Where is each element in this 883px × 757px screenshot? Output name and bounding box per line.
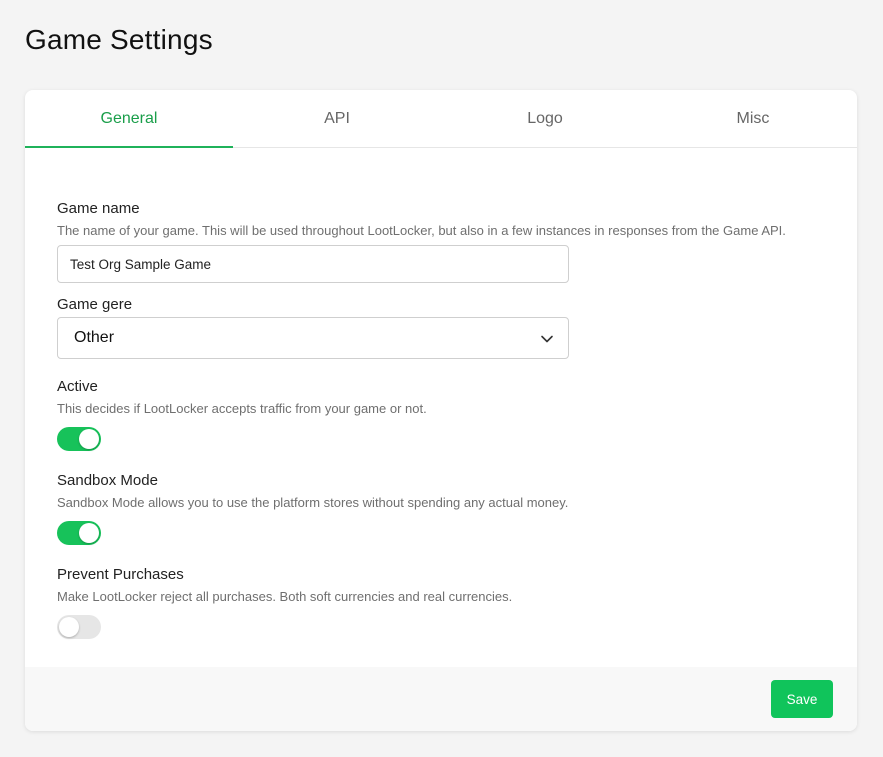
settings-card: General API Logo Misc Game name The name… <box>25 90 857 731</box>
tab-general[interactable]: General <box>25 90 233 148</box>
sandbox-mode-label: Sandbox Mode <box>57 472 158 489</box>
game-genre-selected-value: Other <box>74 329 115 346</box>
game-genre-label: Game gere <box>57 296 133 313</box>
sandbox-mode-help: Sandbox Mode allows you to use the platf… <box>57 495 569 510</box>
game-name-help: The name of your game. This will be used… <box>57 223 786 238</box>
game-name-group: Game name The name of your game. This wi… <box>57 200 827 283</box>
card-footer: Save <box>25 667 857 731</box>
active-label: Active <box>57 378 98 395</box>
prevent-purchases-help: Make LootLocker reject all purchases. Bo… <box>57 589 513 604</box>
prevent-purchases-group: Prevent Purchases Make LootLocker reject… <box>57 566 827 639</box>
tab-misc[interactable]: Misc <box>649 90 857 147</box>
active-group: Active This decides if LootLocker accept… <box>57 378 827 451</box>
game-genre-select[interactable]: Other <box>57 317 569 359</box>
toggle-knob <box>79 429 99 449</box>
prevent-purchases-toggle[interactable] <box>57 615 101 639</box>
game-name-label: Game name <box>57 200 140 217</box>
active-help: This decides if LootLocker accepts traff… <box>57 401 427 416</box>
sandbox-mode-toggle[interactable] <box>57 521 101 545</box>
game-name-input[interactable] <box>57 245 569 283</box>
prevent-purchases-label: Prevent Purchases <box>57 566 184 583</box>
save-button[interactable]: Save <box>771 680 833 718</box>
tab-bar: General API Logo Misc <box>25 90 857 148</box>
tab-api[interactable]: API <box>233 90 441 147</box>
page-title: Game Settings <box>25 24 213 55</box>
game-genre-group: Game gere Other <box>57 296 827 359</box>
toggle-knob <box>59 617 79 637</box>
sandbox-mode-group: Sandbox Mode Sandbox Mode allows you to … <box>57 472 827 545</box>
general-settings-form: Game name The name of your game. This wi… <box>57 200 827 639</box>
chevron-down-icon <box>541 335 553 343</box>
active-toggle[interactable] <box>57 427 101 451</box>
tab-logo[interactable]: Logo <box>441 90 649 147</box>
toggle-knob <box>79 523 99 543</box>
